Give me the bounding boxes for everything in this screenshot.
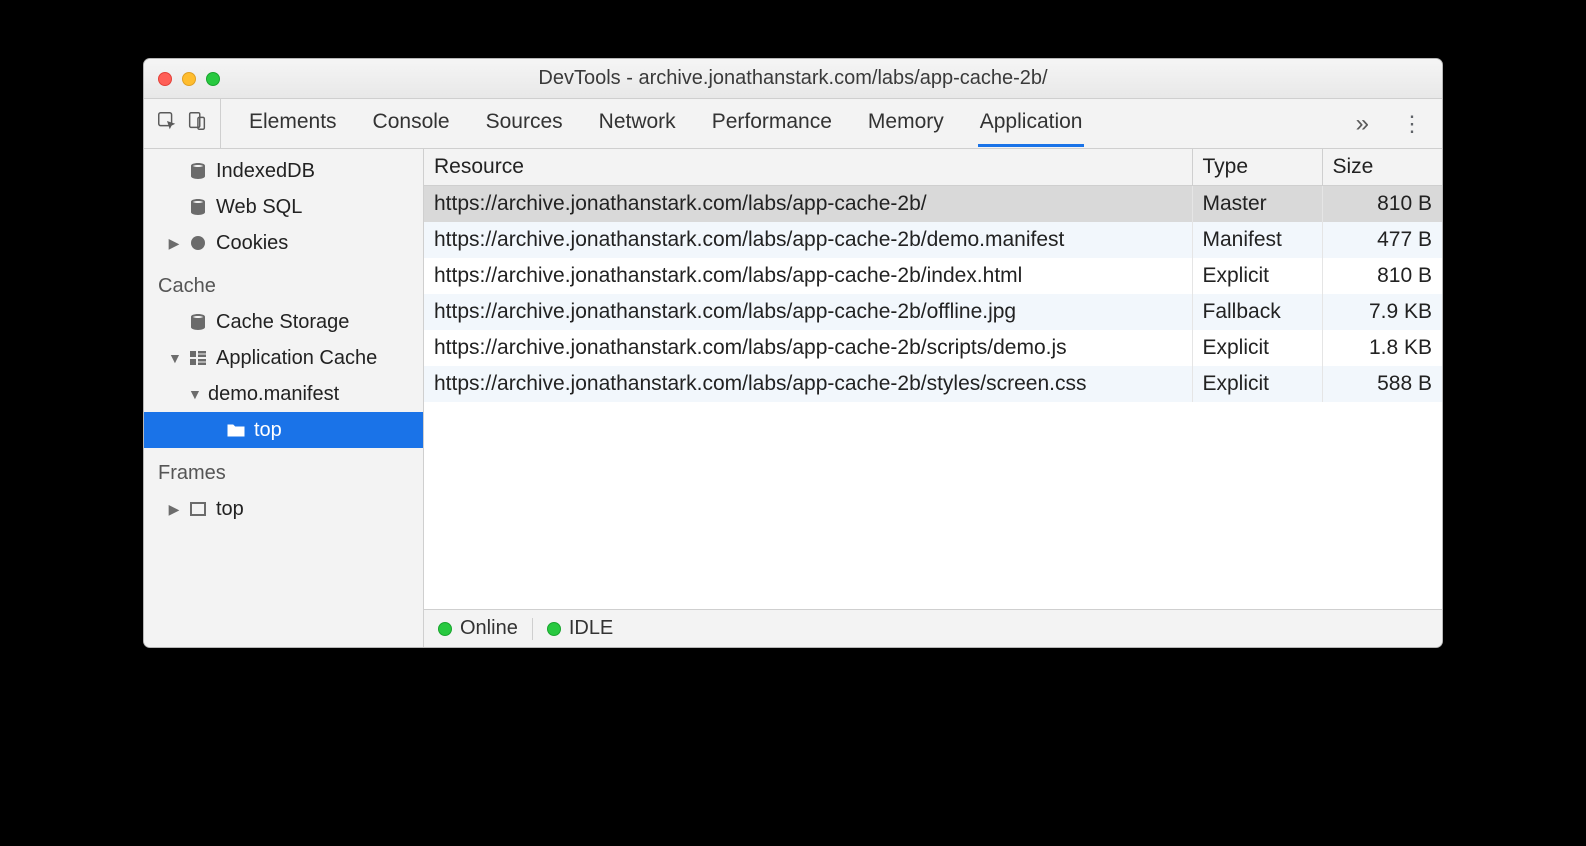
table-row[interactable]: https://archive.jonathanstark.com/labs/a… [424, 294, 1442, 330]
chevron-down-icon[interactable]: ▼ [188, 386, 200, 402]
sidebar-item-manifest[interactable]: ▼ demo.manifest [144, 376, 423, 412]
chevron-down-icon[interactable]: ▼ [168, 350, 180, 366]
cell-size: 810 B [1322, 186, 1442, 223]
table-row[interactable]: https://archive.jonathanstark.com/labs/a… [424, 330, 1442, 366]
devtools-window: DevTools - archive.jonathanstark.com/lab… [143, 58, 1443, 648]
cell-resource: https://archive.jonathanstark.com/labs/a… [424, 222, 1192, 258]
window-controls [158, 72, 220, 86]
cell-type: Manifest [1192, 222, 1322, 258]
sidebar-item-indexeddb[interactable]: IndexedDB [144, 153, 423, 189]
cell-resource: https://archive.jonathanstark.com/labs/a… [424, 186, 1192, 223]
close-icon[interactable] [158, 72, 172, 86]
application-sidebar: IndexedDB Web SQL ▶ Cookies Cache Cache … [144, 149, 424, 647]
col-header-size[interactable]: Size [1322, 149, 1442, 186]
table-row[interactable]: https://archive.jonathanstark.com/labs/a… [424, 222, 1442, 258]
sidebar-label: Application Cache [216, 347, 377, 370]
sidebar-section-cache: Cache [144, 261, 423, 304]
cell-size: 477 B [1322, 222, 1442, 258]
tab-performance[interactable]: Performance [710, 100, 834, 147]
sidebar-label: demo.manifest [208, 383, 339, 406]
table-row[interactable]: https://archive.jonathanstark.com/labs/a… [424, 366, 1442, 402]
cell-size: 7.9 KB [1322, 294, 1442, 330]
status-online: Online [438, 617, 518, 640]
cell-resource: https://archive.jonathanstark.com/labs/a… [424, 366, 1192, 402]
online-indicator-icon [438, 622, 452, 636]
sidebar-label: Cookies [216, 232, 288, 255]
cell-type: Master [1192, 186, 1322, 223]
panel-tabs: Elements Console Sources Network Perform… [247, 100, 1342, 147]
devtools-tabbar: Elements Console Sources Network Perform… [144, 99, 1442, 149]
col-header-type[interactable]: Type [1192, 149, 1322, 186]
sidebar-item-cookies[interactable]: ▶ Cookies [144, 225, 423, 261]
device-toolbar-icon[interactable] [186, 110, 208, 137]
tab-sources[interactable]: Sources [484, 100, 565, 147]
cell-size: 810 B [1322, 258, 1442, 294]
cell-resource: https://archive.jonathanstark.com/labs/a… [424, 294, 1192, 330]
titlebar: DevTools - archive.jonathanstark.com/lab… [144, 59, 1442, 99]
tab-network[interactable]: Network [597, 100, 678, 147]
sidebar-label: IndexedDB [216, 160, 315, 183]
tab-memory[interactable]: Memory [866, 100, 946, 147]
settings-menu-icon[interactable] [1383, 111, 1442, 137]
cell-resource: https://archive.jonathanstark.com/labs/a… [424, 330, 1192, 366]
table-row[interactable]: https://archive.jonathanstark.com/labs/a… [424, 258, 1442, 294]
cell-type: Explicit [1192, 366, 1322, 402]
cell-size: 1.8 KB [1322, 330, 1442, 366]
window-title: DevTools - archive.jonathanstark.com/lab… [144, 67, 1442, 90]
col-header-resource[interactable]: Resource [424, 149, 1192, 186]
minimize-icon[interactable] [182, 72, 196, 86]
maximize-icon[interactable] [206, 72, 220, 86]
sidebar-item-top-frame[interactable]: top [144, 412, 423, 448]
sidebar-item-frame-top[interactable]: ▶ top [144, 491, 423, 527]
sidebar-section-frames: Frames [144, 448, 423, 491]
chevron-right-icon[interactable]: ▶ [168, 501, 180, 518]
inspect-element-icon[interactable] [156, 110, 178, 137]
tabs-overflow-icon[interactable]: » [1342, 110, 1383, 138]
sidebar-label: Cache Storage [216, 311, 349, 334]
cell-type: Fallback [1192, 294, 1322, 330]
idle-indicator-icon [547, 622, 561, 636]
sidebar-label: top [254, 419, 282, 442]
table-row[interactable]: https://archive.jonathanstark.com/labs/a… [424, 186, 1442, 223]
appcache-resource-table: Resource Type Size https://archive.jonat… [424, 149, 1442, 402]
tab-console[interactable]: Console [371, 100, 452, 147]
sidebar-item-cache-storage[interactable]: Cache Storage [144, 304, 423, 340]
sidebar-label: Web SQL [216, 196, 302, 219]
status-idle: IDLE [547, 617, 613, 640]
main-panel: Resource Type Size https://archive.jonat… [424, 149, 1442, 647]
tab-elements[interactable]: Elements [247, 100, 339, 147]
chevron-right-icon[interactable]: ▶ [168, 235, 180, 252]
sidebar-label: top [216, 498, 244, 521]
cell-resource: https://archive.jonathanstark.com/labs/a… [424, 258, 1192, 294]
divider [532, 618, 533, 640]
cell-type: Explicit [1192, 330, 1322, 366]
sidebar-item-application-cache[interactable]: ▼ Application Cache [144, 340, 423, 376]
tab-application[interactable]: Application [978, 100, 1085, 147]
cell-size: 588 B [1322, 366, 1442, 402]
cell-type: Explicit [1192, 258, 1322, 294]
sidebar-item-websql[interactable]: Web SQL [144, 189, 423, 225]
status-bar: Online IDLE [424, 609, 1442, 647]
